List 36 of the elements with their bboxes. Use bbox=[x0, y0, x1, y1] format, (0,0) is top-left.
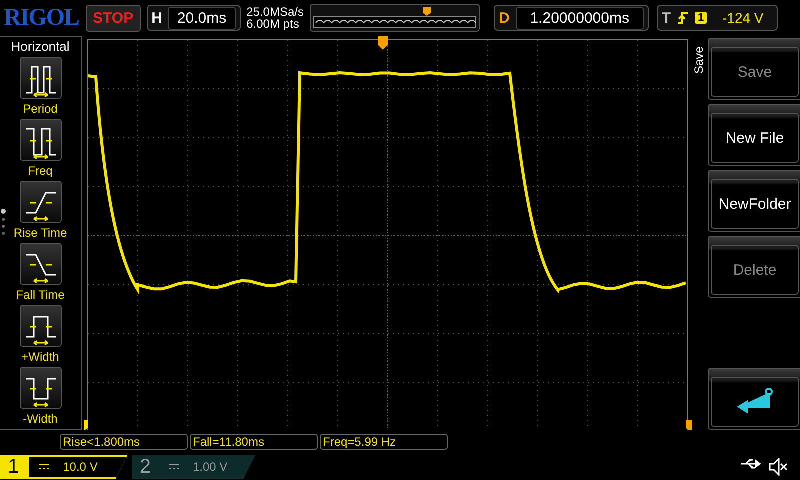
trigger-level-marker[interactable] bbox=[686, 420, 692, 430]
trigger-label: T bbox=[662, 10, 672, 26]
trigger-source: 1 bbox=[695, 12, 708, 24]
menu-title: Save bbox=[692, 46, 706, 74]
measurement-result: Rise<1.800ms bbox=[60, 434, 188, 450]
horizontal-label: H bbox=[152, 10, 162, 26]
delay-value: 1.20000000ms bbox=[516, 6, 644, 30]
softkey-button[interactable]: NewFolder bbox=[708, 170, 800, 232]
dc-coupling-icon bbox=[168, 464, 179, 470]
measurement-result: Freq=5.99 Hz bbox=[320, 434, 448, 450]
channel-tab[interactable]: 1 10.0 V bbox=[0, 455, 128, 479]
dc-coupling-icon bbox=[39, 464, 50, 470]
page-dot[interactable] bbox=[2, 225, 5, 228]
page-dot[interactable] bbox=[2, 232, 5, 235]
channel-marker[interactable] bbox=[84, 420, 88, 430]
delay-label: D bbox=[499, 10, 510, 26]
run-stop-button[interactable]: STOP bbox=[86, 4, 141, 32]
measurement-result: Fall=11.80ms bbox=[190, 434, 318, 450]
timebase-display[interactable]: H 20.0ms bbox=[146, 5, 241, 31]
menu-title: Horizontal bbox=[11, 39, 70, 54]
speaker-muted-icon bbox=[768, 458, 788, 476]
back-button[interactable] bbox=[708, 368, 800, 430]
logo: RIGOL bbox=[4, 4, 80, 32]
trigger-display[interactable]: T 1 -124 V bbox=[656, 5, 778, 31]
delay-display[interactable]: D 1.20000000ms bbox=[494, 5, 649, 31]
page-dot[interactable] bbox=[2, 218, 5, 221]
usb-icon bbox=[740, 458, 762, 470]
softkey-button[interactable]: New File bbox=[708, 104, 800, 166]
timebase-value: 20.0ms bbox=[168, 6, 236, 30]
rising-edge-icon bbox=[677, 11, 690, 25]
page-dot[interactable] bbox=[1, 209, 6, 214]
sample-rate: 25.0MSa/s bbox=[246, 6, 304, 18]
trigger-position-marker[interactable] bbox=[378, 36, 388, 50]
channel-tab[interactable]: 2 1.00 V bbox=[132, 455, 256, 479]
trigger-level: -124 V bbox=[722, 10, 765, 26]
memory-depth: 6.00M pts bbox=[246, 18, 300, 30]
